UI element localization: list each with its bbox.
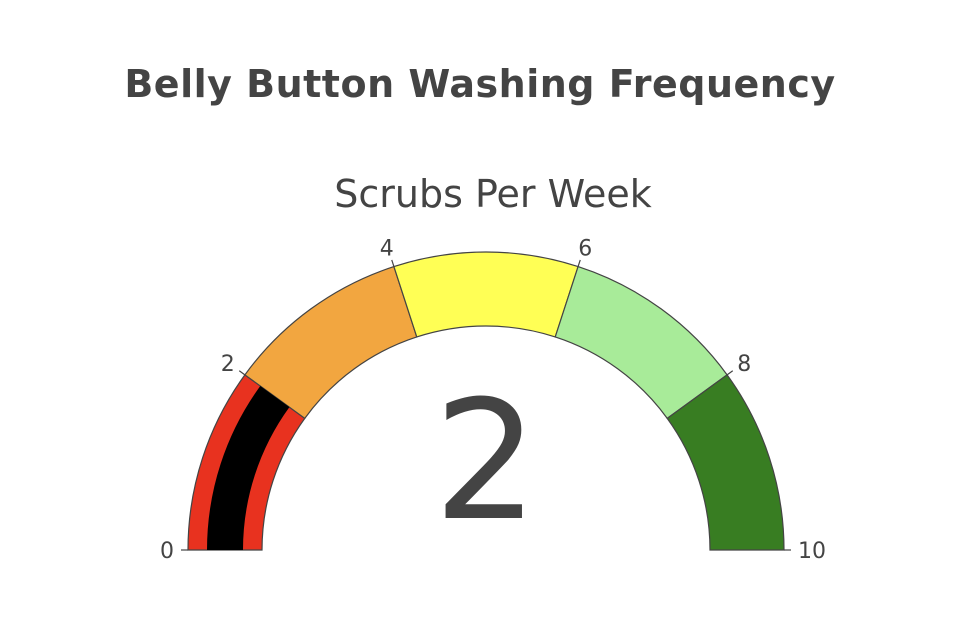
gauge-tick-mark <box>238 370 246 376</box>
gauge-tick-label: 6 <box>578 237 592 262</box>
gauge-step-2 <box>393 251 579 338</box>
gauge-chart: Scrubs Per Week 0 2 4 6 8 10 2 <box>160 172 826 564</box>
gauge-tick-mark <box>726 370 734 376</box>
gauge-tick-label: 8 <box>737 352 751 377</box>
gauge-value: 2 <box>434 365 539 557</box>
gauge-tick-label: 10 <box>798 539 826 564</box>
gauge-tick-label: 2 <box>221 352 235 377</box>
gauge-tick-label: 4 <box>380 237 394 262</box>
gauge-title: Scrubs Per Week <box>334 172 651 216</box>
gauge-tick-label: 0 <box>160 539 174 564</box>
